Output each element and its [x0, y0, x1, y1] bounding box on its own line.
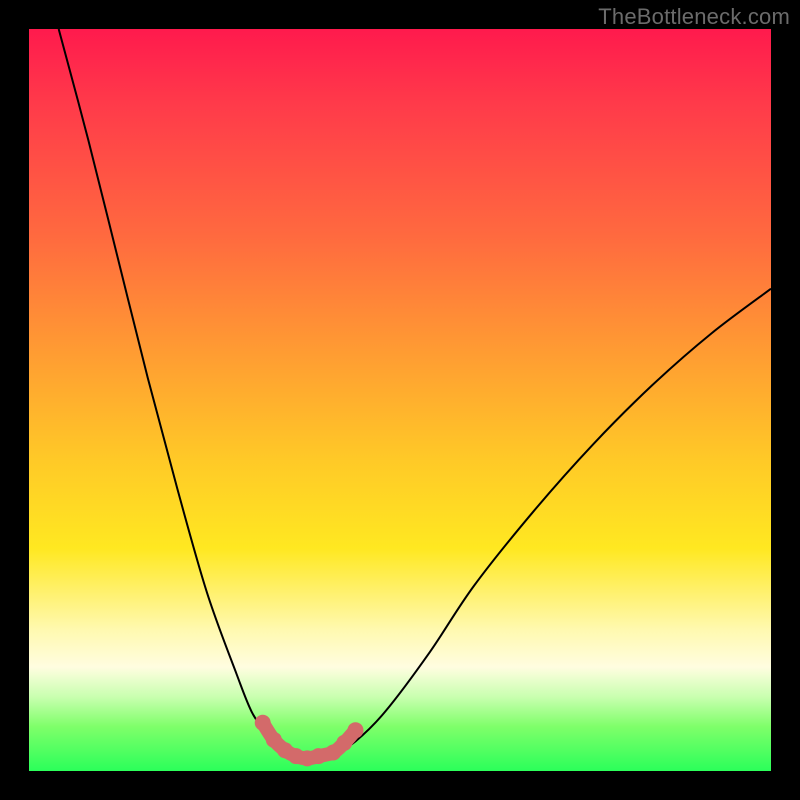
plot-area — [29, 29, 771, 771]
curve-layer — [29, 29, 771, 771]
watermark-text: TheBottleneck.com — [598, 4, 790, 30]
dip-dot — [347, 722, 363, 738]
outer-frame: TheBottleneck.com — [0, 0, 800, 800]
left-curve-line — [59, 29, 289, 758]
dip-dot — [255, 715, 271, 731]
right-curve-line — [333, 289, 771, 755]
dip-dot — [336, 735, 352, 751]
dip-dot — [310, 748, 326, 764]
dip-accent-dots — [255, 715, 364, 767]
